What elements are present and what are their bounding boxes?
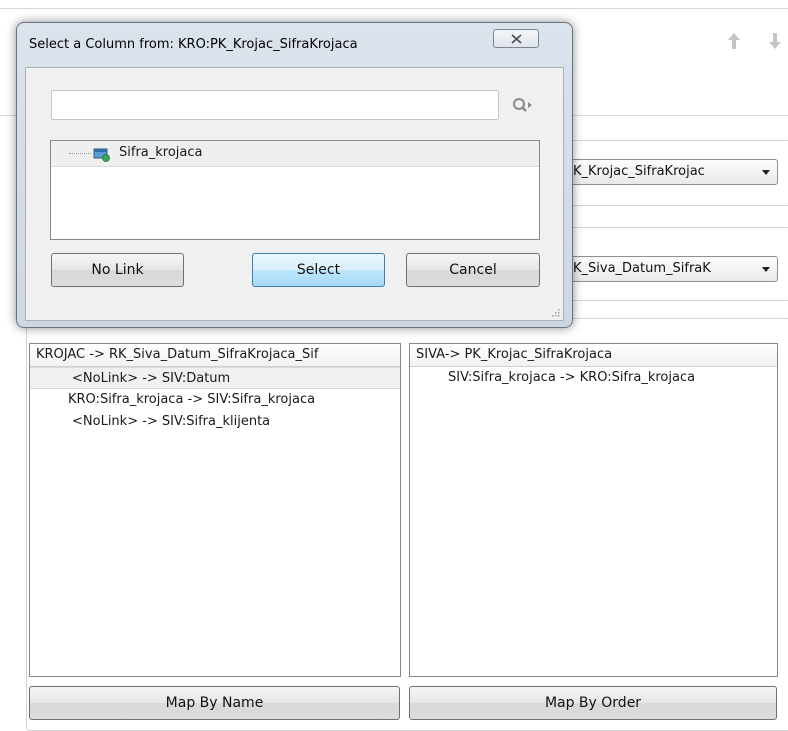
select-button[interactable]: Select [252,253,385,287]
search-icon[interactable] [511,96,533,114]
dialog-client-area: Sifra_krojaca No Link Select Cancel [25,67,564,321]
arrow-up-icon[interactable] [727,32,741,50]
list-item[interactable]: <NoLink> -> SIV:Sifra_klijenta [30,411,400,433]
left-mapping-list[interactable]: KROJAC -> RK_Siva_Datum_SifraKrojaca_Sif… [29,343,401,677]
top-divider [0,8,788,9]
left-list-header: KROJAC -> RK_Siva_Datum_SifraKrojaca_Sif [30,344,400,367]
search-input[interactable] [51,90,499,120]
source-key-combo-value: K_Krojac_SifraKrojac [573,164,705,179]
list-item[interactable]: SIV:Sifra_krojaca -> KRO:Sifra_krojaca [410,367,777,389]
combo-arrow-icon [762,170,770,175]
right-mapping-list[interactable]: SIVA-> PK_Krojac_SifraKrojaca SIV:Sifra_… [409,343,778,677]
dialog-title: Select a Column from: KRO:PK_Krojac_Sifr… [29,37,358,52]
tree-connector [69,153,91,154]
column-tree[interactable]: Sifra_krojaca [50,140,540,240]
resize-grip-icon[interactable] [550,307,560,317]
select-column-dialog: Select a Column from: KRO:PK_Krojac_Sifr… [16,22,573,328]
column-icon [93,148,110,162]
source-key-combo[interactable]: K_Krojac_SifraKrojac [568,159,778,185]
close-icon [511,34,522,44]
close-button[interactable] [493,29,539,48]
map-by-order-button[interactable]: Map By Order [409,686,777,720]
cancel-button[interactable]: Cancel [406,253,540,287]
list-item[interactable]: <NoLink> -> SIV:Datum [30,367,400,389]
target-key-combo-value: K_Siva_Datum_SifraK [573,261,711,276]
combo-arrow-icon [762,267,770,272]
right-list-header: SIVA-> PK_Krojac_SifraKrojaca [410,344,777,367]
list-item[interactable]: KRO:Sifra_krojaca -> SIV:Sifra_krojaca [30,389,400,411]
tree-item[interactable]: Sifra_krojaca [51,141,539,167]
no-link-button[interactable]: No Link [51,253,184,287]
map-by-name-button[interactable]: Map By Name [29,686,400,720]
tree-item-label: Sifra_krojaca [119,145,203,160]
arrow-down-icon[interactable] [768,32,782,50]
target-key-combo[interactable]: K_Siva_Datum_SifraK [568,256,778,282]
